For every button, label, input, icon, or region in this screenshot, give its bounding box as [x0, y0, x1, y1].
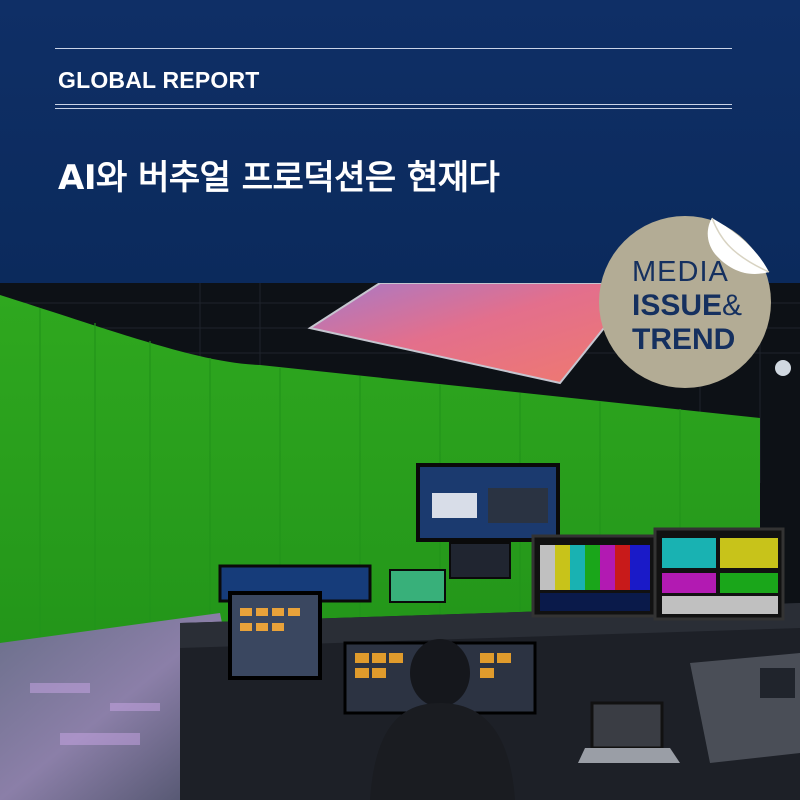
double-divider-upper	[55, 104, 732, 105]
top-divider	[55, 48, 732, 49]
badge-ampersand: &	[722, 289, 743, 322]
section-kicker: GLOBAL REPORT	[58, 67, 260, 93]
badge-issue: ISSUE&	[632, 291, 772, 321]
badge-trend: TREND	[632, 323, 736, 356]
badge-label: MEDIA ISSUE& TREND	[632, 258, 772, 355]
badge-issue-word: ISSUE	[632, 289, 723, 322]
headline: AI와 버추얼 프로덕션은 현재다	[58, 158, 500, 198]
double-divider-lower	[55, 108, 732, 109]
badge-media: MEDIA	[632, 256, 729, 288]
